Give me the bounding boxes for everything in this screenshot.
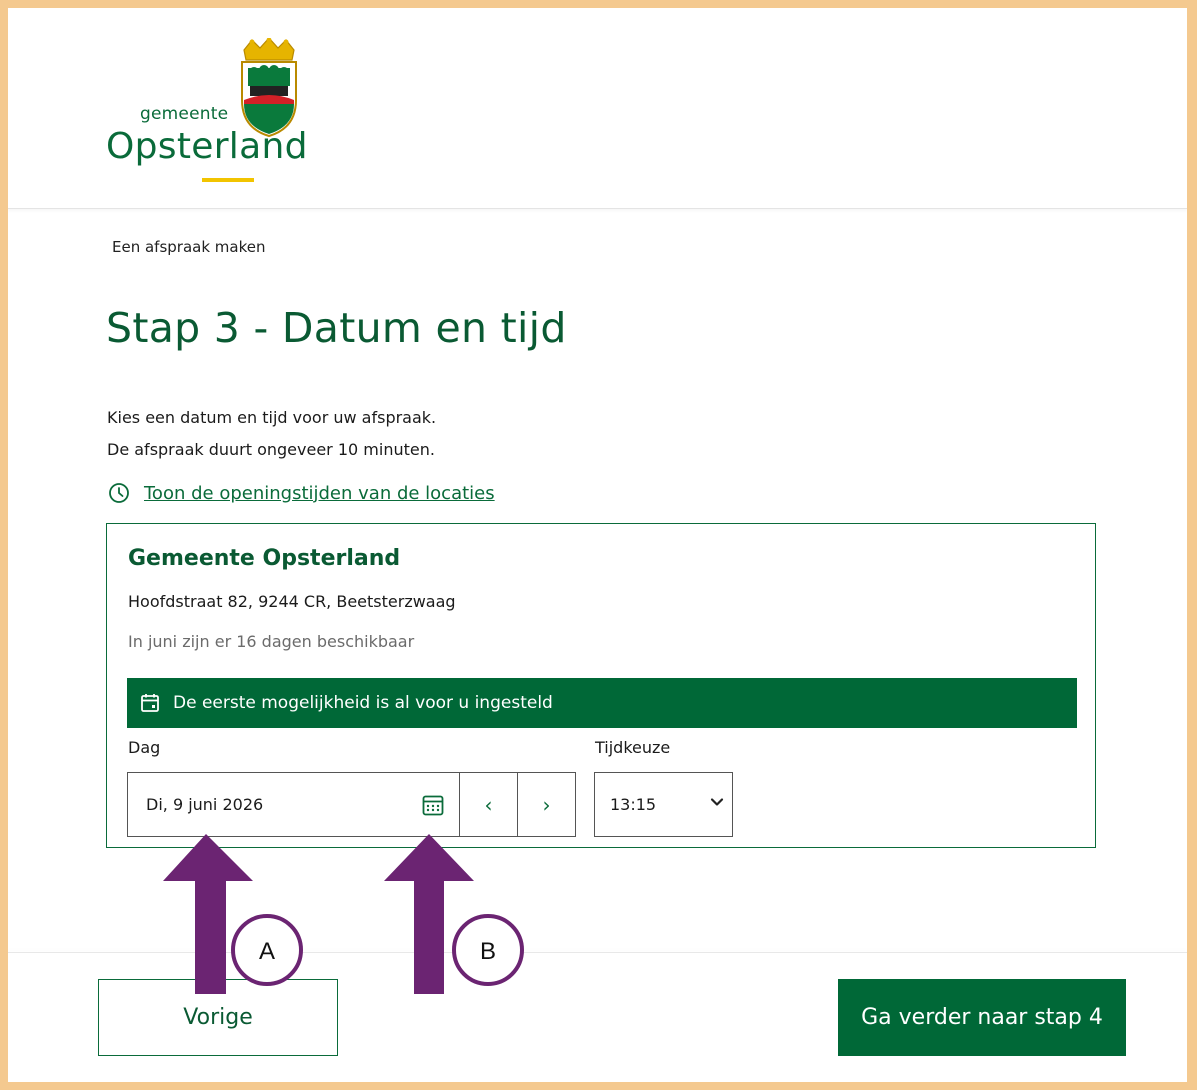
location-name: Gemeente Opsterland bbox=[128, 546, 401, 571]
location-card: Gemeente Opsterland Hoofdstraat 82, 9244… bbox=[106, 523, 1096, 848]
marker-a: A bbox=[231, 914, 303, 986]
calendar-icon bbox=[141, 694, 159, 712]
opening-hours-link[interactable]: Toon de openingstijden van de locaties bbox=[108, 482, 495, 504]
intro-line-1: Kies een datum en tijd voor uw afspraak. bbox=[107, 408, 437, 427]
crest-icon bbox=[241, 38, 297, 138]
arrow-b bbox=[384, 834, 474, 994]
page-title: Stap 3 - Datum en tijd bbox=[106, 304, 567, 352]
time-label: Tijdkeuze bbox=[595, 738, 671, 757]
logo-underline bbox=[202, 178, 254, 182]
municipality-logo[interactable]: gemeente Opsterland bbox=[106, 38, 311, 198]
breadcrumb: Een afspraak maken bbox=[112, 238, 266, 256]
logo-text-opsterland: Opsterland bbox=[106, 126, 308, 167]
marker-b: B bbox=[452, 914, 524, 986]
continue-button[interactable]: Ga verder naar stap 4 bbox=[838, 979, 1126, 1056]
availability-text: In juni zijn er 16 dagen beschikbaar bbox=[128, 632, 415, 651]
next-day-button[interactable]: › bbox=[517, 772, 576, 837]
day-label: Dag bbox=[128, 738, 161, 757]
previous-day-button[interactable]: ‹ bbox=[459, 772, 518, 837]
chevron-down-icon bbox=[710, 798, 724, 806]
first-available-banner: De eerste mogelijkheid is al voor u inge… bbox=[127, 678, 1077, 728]
logo-text-gemeente: gemeente bbox=[140, 104, 229, 124]
intro-line-2: De afspraak duurt ongeveer 10 minuten. bbox=[107, 440, 435, 459]
page-frame: gemeente Opsterland Een afspraak maken S… bbox=[8, 8, 1187, 1082]
banner-text: De eerste mogelijkheid is al voor u inge… bbox=[173, 693, 553, 713]
previous-button[interactable]: Vorige bbox=[98, 979, 338, 1056]
time-select[interactable]: 13:15 bbox=[594, 772, 733, 837]
time-value: 13:15 bbox=[610, 795, 657, 814]
date-value[interactable]: Di, 9 juni 2026 bbox=[146, 795, 263, 814]
chevron-left-icon: ‹ bbox=[484, 792, 493, 817]
chevron-right-icon: › bbox=[542, 792, 551, 817]
opening-hours-label[interactable]: Toon de openingstijden van de locaties bbox=[144, 483, 495, 504]
clock-icon bbox=[109, 483, 129, 503]
footer-divider bbox=[8, 952, 1187, 953]
calendar-picker-icon[interactable] bbox=[421, 793, 445, 817]
arrow-a bbox=[163, 834, 253, 994]
location-address: Hoofdstraat 82, 9244 CR, Beetsterzwaag bbox=[128, 592, 456, 611]
date-input[interactable]: Di, 9 juni 2026 bbox=[127, 772, 460, 837]
site-header: gemeente Opsterland bbox=[8, 8, 1187, 209]
